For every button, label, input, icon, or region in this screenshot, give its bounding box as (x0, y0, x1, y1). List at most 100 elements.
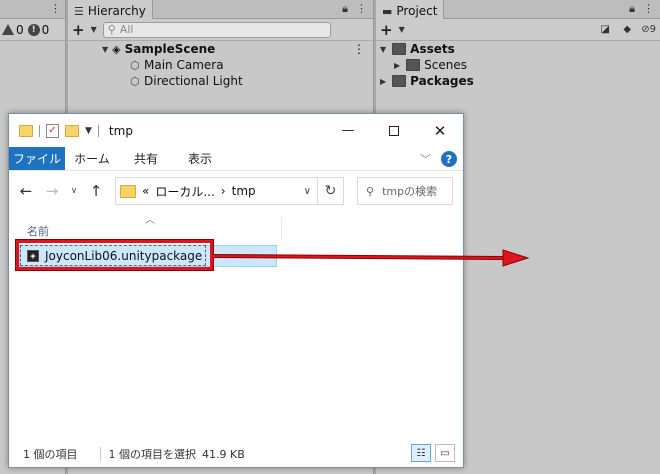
tab-file[interactable]: ファイル (9, 147, 65, 170)
quick-access-dropdown-icon[interactable]: ▼ (85, 126, 92, 136)
close-button[interactable]: ✕ (417, 114, 463, 147)
tab-project[interactable]: ▬ Project (376, 0, 445, 20)
tab-hierarchy[interactable]: ☰ Hierarchy (68, 0, 153, 20)
folder-icon (120, 184, 136, 198)
more-options-icon[interactable]: ⋮ (643, 2, 654, 16)
error-count-toggle[interactable]: ! 0 (27, 22, 50, 37)
search-by-type-icon[interactable]: ◪ (597, 22, 613, 36)
tree-item-label: Scenes (424, 58, 467, 72)
search-icon: ⚲ (107, 23, 116, 36)
more-options-icon[interactable]: ⋮ (353, 42, 365, 56)
project-tree-item[interactable]: ▼ Assets (376, 41, 660, 57)
more-options-icon[interactable]: ⋮ (356, 2, 367, 16)
tree-item-label: Packages (410, 74, 474, 88)
project-tree-item[interactable]: ▶ Packages (376, 73, 660, 89)
expand-triangle-icon[interactable]: ▼ (102, 45, 108, 54)
minimize-button[interactable]: — (325, 114, 371, 147)
details-view-icon[interactable]: ☷ (411, 444, 431, 462)
maximize-button[interactable] (371, 114, 417, 147)
hierarchy-item[interactable]: ⬡ Directional Light (68, 73, 373, 89)
chevron-down-icon[interactable]: ▼ (91, 25, 97, 34)
lock-icon[interactable]: 🔒︎ (342, 2, 348, 16)
column-divider[interactable] (281, 217, 282, 241)
list-icon: ☰ (74, 4, 84, 18)
expand-triangle-icon[interactable]: ▶ (380, 77, 386, 86)
tab-view[interactable]: 表示 (173, 147, 227, 170)
file-name: JoyconLib06.unitypackage (45, 248, 203, 263)
project-tree-item[interactable]: ▶ Scenes (376, 57, 660, 73)
item-count: 1 個の項目 (23, 448, 78, 461)
explorer-titlebar[interactable]: ✓ ▼ tmp — ✕ (9, 114, 463, 147)
label-tag-icon[interactable]: ◆ (619, 22, 635, 36)
hidden-count: 9 (649, 23, 656, 35)
console-tabbar: ⋮ (0, 0, 65, 19)
tree-item-label: Assets (410, 42, 455, 56)
search-placeholder: All (119, 23, 134, 36)
address-bar[interactable]: « ローカル... › tmp ∨ (115, 177, 318, 205)
hidden-packages-toggle[interactable]: ⊘ 9 (641, 22, 656, 36)
breadcrumb-separator[interactable]: › (221, 184, 226, 198)
gameobject-cube-icon: ⬡ (130, 74, 140, 88)
folder-icon (19, 124, 33, 137)
divider (39, 124, 40, 137)
folder-icon (392, 43, 407, 55)
warning-icon (2, 24, 14, 35)
warning-count: 0 (16, 22, 24, 37)
forward-arrow-icon[interactable]: → (43, 182, 61, 200)
project-tabbar: ▬ Project 🔒︎ ⋮ (376, 0, 660, 20)
up-arrow-icon[interactable]: ↑ (87, 182, 105, 200)
scene-row[interactable]: ▼ ◈ SampleScene ⋮ (68, 41, 373, 57)
expand-triangle-icon[interactable]: ▼ (380, 45, 386, 54)
expand-ribbon-icon[interactable]: ﹀ (420, 151, 431, 167)
large-icons-view-icon[interactable]: ▭ (435, 444, 455, 462)
refresh-button[interactable]: ↻ (318, 177, 344, 205)
explorer-window: ✓ ▼ tmp — ✕ ファイル ホーム 共有 表示 ﹀ ? ← → ∨ ↑ «… (8, 113, 464, 468)
properties-check-icon[interactable]: ✓ (46, 123, 59, 138)
hierarchy-item[interactable]: ⬡ Main Camera (68, 57, 373, 73)
search-input[interactable]: ⚲ tmpの検索 (357, 177, 453, 205)
view-mode-switcher: ☷ ▭ (411, 444, 455, 462)
chevron-down-icon[interactable]: ∨ (304, 186, 311, 197)
folder-icon (406, 59, 421, 71)
scene-name: SampleScene (124, 42, 216, 56)
breadcrumb-overflow[interactable]: « (142, 184, 149, 198)
unity-package-icon: ◈ (27, 249, 39, 262)
hierarchy-item-label: Directional Light (144, 74, 243, 88)
hierarchy-toolbar: + ▼ ⚲ All (68, 19, 373, 41)
tab-share[interactable]: 共有 (119, 147, 173, 170)
hierarchy-search-input[interactable]: ⚲ All (102, 21, 331, 38)
warning-count-toggle[interactable]: 0 (2, 23, 24, 37)
chevron-down-icon[interactable]: ▼ (399, 25, 405, 34)
folder-icon: ▬ (382, 4, 393, 18)
project-toolbar: + ▼ ◪ ◆ ⊘ 9 (376, 19, 660, 41)
sort-ascending-icon: ︿ (145, 215, 155, 226)
hierarchy-item-label: Main Camera (144, 58, 224, 72)
project-tab-label: Project (396, 4, 438, 18)
navigation-bar: ← → ∨ ↑ « ローカル... › tmp ∨ ↻ ⚲ tmpの検索 (9, 171, 463, 211)
gameobject-cube-icon: ⬡ (130, 58, 140, 72)
expand-triangle-icon[interactable]: ▶ (394, 61, 400, 70)
divider (99, 447, 101, 461)
lock-icon[interactable]: 🔒︎ (629, 2, 635, 16)
error-count: 0 (41, 22, 50, 37)
recent-locations-dropdown-icon[interactable]: ∨ (69, 186, 79, 196)
window-title: tmp (108, 123, 133, 138)
list-item[interactable]: ◈ JoyconLib06.unitypackage (20, 245, 206, 266)
more-options-icon[interactable]: ⋮ (50, 2, 61, 15)
status-bar: 1 個の項目 1 個の項目を選択 41.9 KB (9, 441, 463, 467)
unity-logo-icon: ◈ (112, 42, 121, 56)
create-button[interactable]: + (72, 21, 85, 39)
new-folder-icon[interactable] (65, 124, 79, 137)
hierarchy-tabbar: ☰ Hierarchy 🔒︎ ⋮ (68, 0, 373, 20)
column-name-header[interactable]: 名前 (27, 223, 49, 239)
error-icon: ! (27, 23, 40, 36)
eye-slash-icon: ⊘ (641, 23, 650, 35)
folder-icon (392, 75, 407, 87)
breadcrumb-item[interactable]: ローカル... (155, 183, 214, 200)
back-arrow-icon[interactable]: ← (17, 182, 35, 200)
tab-home[interactable]: ホーム (65, 147, 119, 170)
help-icon[interactable]: ? (441, 151, 457, 167)
create-button[interactable]: + (380, 21, 393, 39)
breadcrumb-item[interactable]: tmp (232, 184, 256, 198)
hierarchy-tab-label: Hierarchy (87, 4, 146, 18)
